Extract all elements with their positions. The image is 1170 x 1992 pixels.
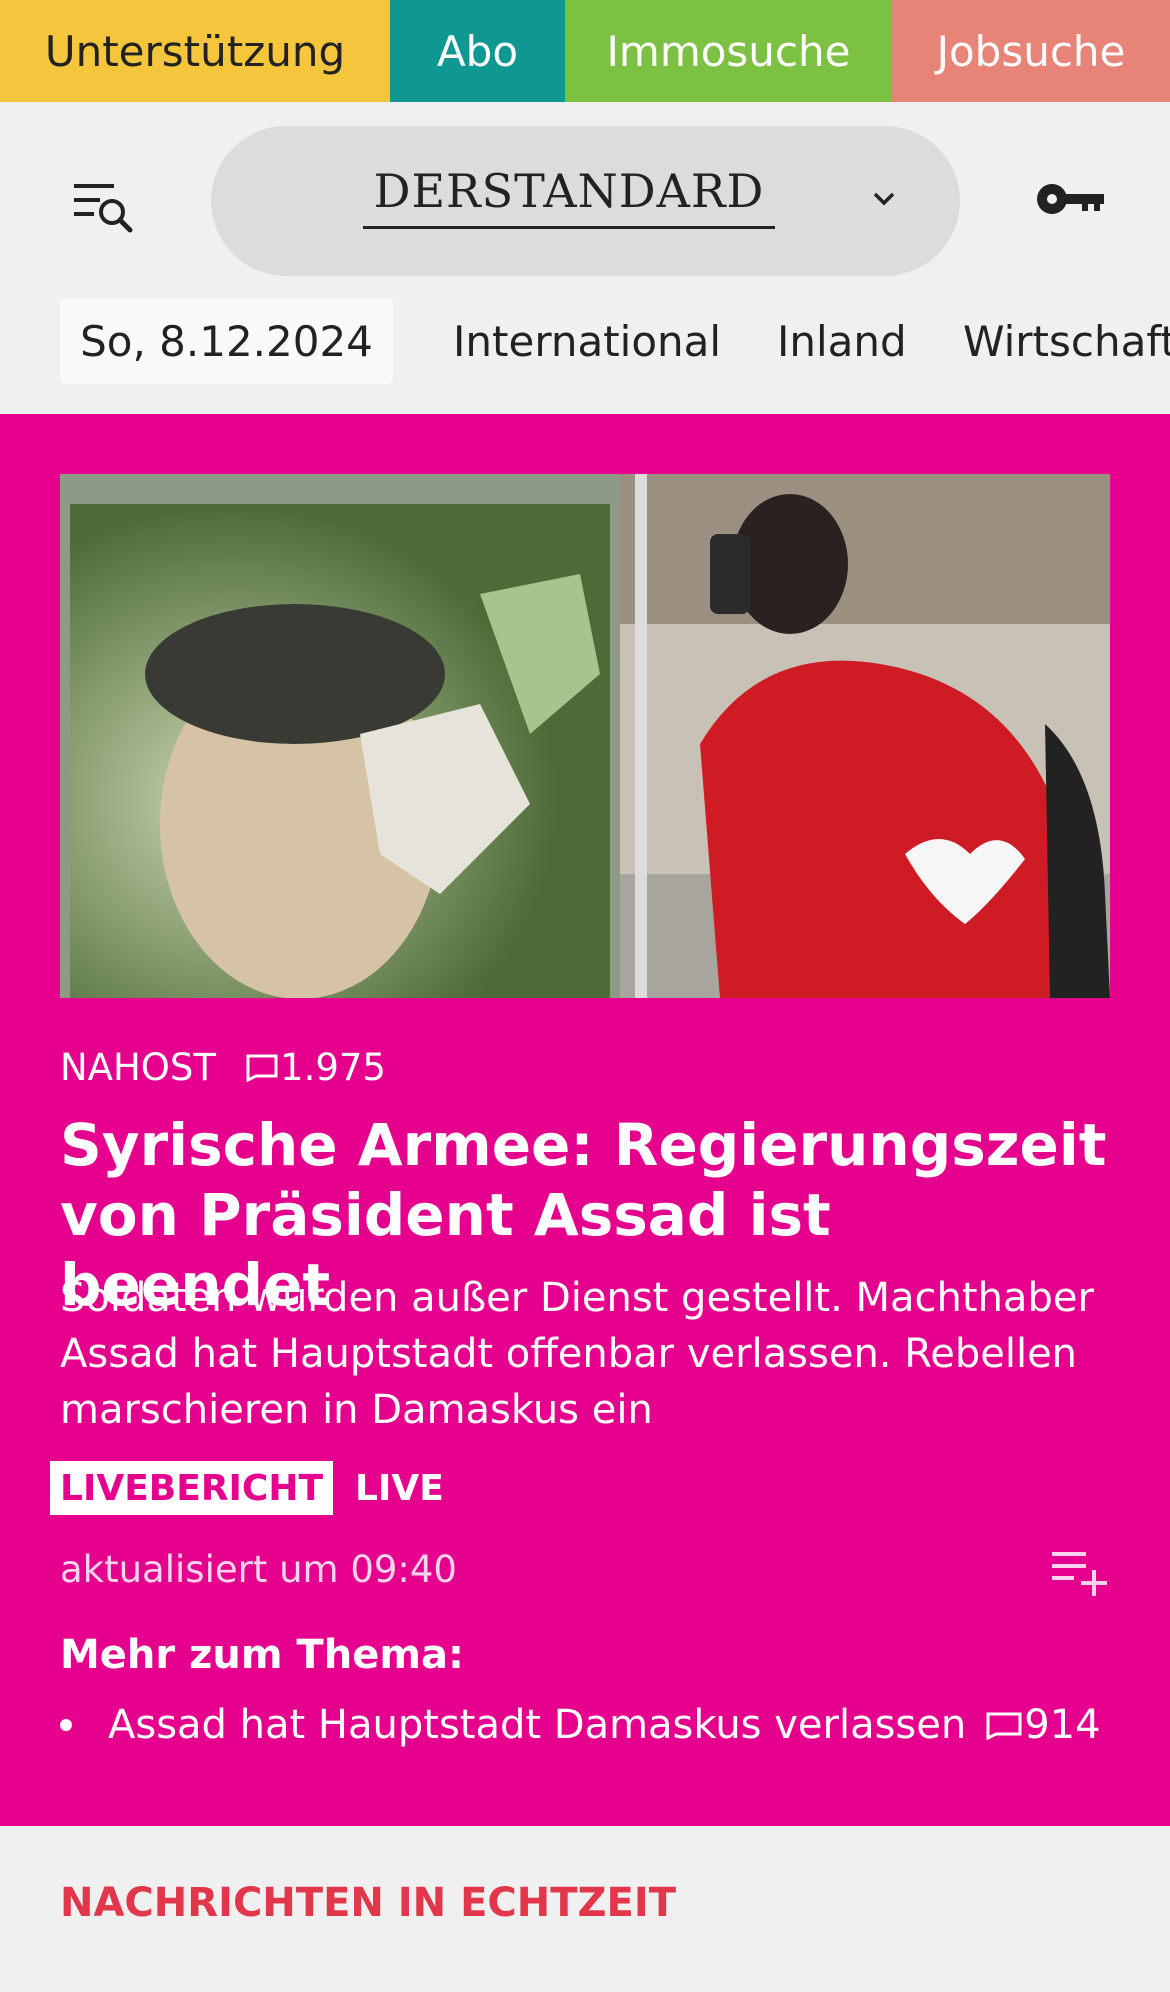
category-label[interactable]: NAHOST xyxy=(60,1046,216,1089)
section-inland[interactable]: Inland xyxy=(777,298,907,384)
echtzeit-heading[interactable]: NACHRICHTEN IN ECHTZEIT xyxy=(60,1880,676,1926)
comment-icon xyxy=(986,1712,1022,1740)
menu-search-icon[interactable] xyxy=(72,178,136,238)
logo-underline xyxy=(363,226,775,229)
nav-abo[interactable]: Abo xyxy=(390,0,565,102)
related-article[interactable]: Assad hat Hauptstadt Damaskus verlassen … xyxy=(60,1702,1101,1748)
date-chip[interactable]: So, 8.12.2024 xyxy=(60,298,393,384)
comment-count-value: 1.975 xyxy=(280,1045,386,1089)
live-indicator: LIVEBERICHT LIVE xyxy=(50,1460,444,1516)
site-header: DERSTANDARD So, 8.12.2024 International … xyxy=(0,102,1170,414)
nav-jobsuche[interactable]: Jobsuche xyxy=(892,0,1170,102)
add-to-playlist-icon[interactable] xyxy=(1050,1548,1110,1598)
hero-image[interactable] xyxy=(60,474,1110,998)
section-international[interactable]: International xyxy=(453,298,721,384)
nav-unterstuetzung[interactable]: Unterstützung xyxy=(0,0,390,102)
top-service-nav: Unterstützung Abo Immosuche Jobsuche xyxy=(0,0,1170,102)
bullet xyxy=(60,1719,72,1731)
comment-count[interactable]: 1.975 xyxy=(244,1046,386,1089)
live-label: LIVE xyxy=(355,1467,444,1509)
article-lead: Soldaten wurden außer Dienst gestellt. M… xyxy=(60,1275,1094,1433)
related-comment-count[interactable]: 914 xyxy=(1024,1702,1100,1748)
more-topic-heading: Mehr zum Thema: xyxy=(60,1632,464,1678)
comment-icon xyxy=(246,1054,278,1082)
logo-pill[interactable]: DERSTANDARD xyxy=(211,126,960,276)
section-nav: So, 8.12.2024 International Inland Wirts… xyxy=(0,298,1170,388)
chevron-down-icon[interactable] xyxy=(869,184,899,214)
hero-article[interactable]: NAHOST 1.975 Syrische Armee: Regierungsz… xyxy=(0,414,1170,1826)
article-meta: NAHOST 1.975 xyxy=(60,1042,386,1092)
key-login-icon[interactable] xyxy=(1036,176,1106,222)
updated-timestamp: aktualisiert um 09:40 xyxy=(60,1548,457,1591)
section-wirtschaft[interactable]: Wirtschaft xyxy=(963,298,1170,384)
site-logo: DERSTANDARD xyxy=(373,164,765,218)
related-article-title[interactable]: Assad hat Hauptstadt Damaskus verlassen xyxy=(108,1702,966,1748)
nav-immosuche[interactable]: Immosuche xyxy=(565,0,892,102)
livebericht-badge: LIVEBERICHT xyxy=(50,1461,334,1515)
